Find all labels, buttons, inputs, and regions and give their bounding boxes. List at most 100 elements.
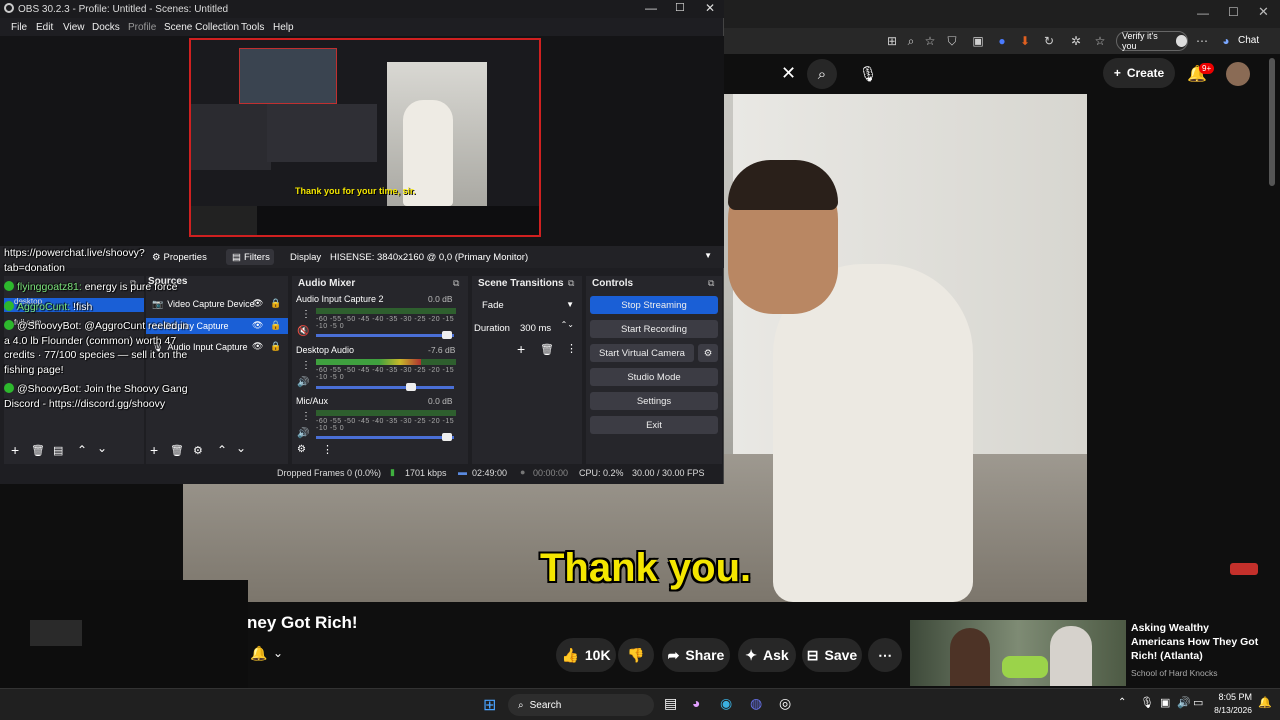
tray-volume-icon[interactable]: 🔊 xyxy=(1177,696,1191,709)
zoom-icon[interactable]: ⌕ xyxy=(903,33,919,49)
start-virtual-camera-button[interactable]: Start Virtual Camera xyxy=(590,344,694,362)
star-icon[interactable]: ☆ xyxy=(922,33,938,49)
channel-menu-icon[interactable]: ⋮ xyxy=(301,309,311,320)
studio-mode-button[interactable]: Studio Mode xyxy=(590,368,718,386)
extension-blue-icon[interactable]: ● xyxy=(994,33,1010,49)
filters-button[interactable]: ▤ Filters xyxy=(226,249,274,265)
obs-maximize-icon[interactable]: ☐ xyxy=(675,1,685,14)
more-actions-button[interactable]: ⋯ xyxy=(868,638,902,672)
tray-chevron-icon[interactable]: ⌃ xyxy=(1118,697,1126,708)
create-button[interactable]: + Create xyxy=(1103,58,1175,88)
source-up-icon[interactable]: ⌃ xyxy=(217,443,227,457)
maximize-icon[interactable]: ☐ xyxy=(1228,5,1239,19)
share-button[interactable]: ➦ Share xyxy=(662,638,730,672)
refresh-icon[interactable]: ↻ xyxy=(1041,33,1057,49)
search-icon[interactable]: ⌕ xyxy=(807,59,837,89)
taskbar-search[interactable]: ⌕ Search xyxy=(508,694,654,716)
clock-date[interactable]: 8/13/2026 xyxy=(1208,705,1252,715)
save-button[interactable]: ⊟ Save xyxy=(802,638,862,672)
extension-icon[interactable]: ▣ xyxy=(970,33,986,49)
transition-menu-icon[interactable]: ⋮ xyxy=(566,342,577,355)
add-transition-icon[interactable]: + xyxy=(517,341,525,357)
volume-slider-handle[interactable] xyxy=(406,383,416,391)
transitions-undock-icon[interactable]: ⧉ xyxy=(568,278,574,289)
menu-view[interactable]: View xyxy=(63,22,85,33)
preview-display-capture[interactable]: Thank you for your time, sir. xyxy=(189,38,541,237)
more-icon[interactable]: ⋯ xyxy=(1194,33,1210,49)
volume-slider[interactable] xyxy=(316,386,454,389)
mute-icon[interactable]: 🔇 xyxy=(297,326,309,337)
channel-menu-icon[interactable]: ⋮ xyxy=(301,411,311,422)
remove-source-icon[interactable]: 🗑 xyxy=(170,444,184,457)
recommended-thumbnail[interactable] xyxy=(910,620,1126,686)
notification-icon[interactable]: 🔔 xyxy=(1258,696,1272,709)
discord-icon[interactable]: ◍ xyxy=(750,695,762,712)
advanced-audio-icon[interactable]: ⚙ xyxy=(297,444,306,455)
puzzle-icon[interactable]: ✲ xyxy=(1068,33,1084,49)
menu-tools[interactable]: Tools xyxy=(241,22,264,33)
remove-transition-icon[interactable]: 🗑 xyxy=(540,343,554,356)
add-source-icon[interactable]: + xyxy=(150,442,158,458)
edge-icon[interactable]: ◉ xyxy=(720,695,732,712)
avatar[interactable] xyxy=(1226,62,1250,86)
virtual-camera-settings-button[interactable]: ⚙ xyxy=(698,344,718,362)
notification-bell-icon[interactable]: 🔔 xyxy=(250,645,267,662)
volume-slider[interactable] xyxy=(316,334,454,337)
display-select[interactable]: HISENSE: 3840x2160 @ 0,0 (Primary Monito… xyxy=(324,249,718,265)
dislike-button[interactable]: 👎 xyxy=(618,638,654,672)
copilot-app-icon[interactable]: ◕ xyxy=(692,695,700,711)
download-icon[interactable]: ⬇ xyxy=(1017,33,1033,49)
scene-up-icon[interactable]: ⌃ xyxy=(77,443,87,457)
volume-slider-handle[interactable] xyxy=(442,433,452,441)
ask-button[interactable]: ✦ Ask xyxy=(738,638,796,672)
copilot-icon[interactable]: ◕ xyxy=(1218,33,1234,49)
tray-battery-icon[interactable]: ▭ xyxy=(1193,696,1203,709)
visibility-eye-icon[interactable]: 👁 xyxy=(252,298,263,309)
tray-mic-icon[interactable]: 🎙 xyxy=(1140,696,1154,709)
scene-down-icon[interactable]: ⌄ xyxy=(97,441,107,455)
menu-edit[interactable]: Edit xyxy=(36,22,53,33)
stop-streaming-button[interactable]: Stop Streaming xyxy=(590,296,718,314)
settings-button[interactable]: Settings xyxy=(590,392,718,410)
menu-profile[interactable]: Profile xyxy=(128,22,156,33)
add-scene-icon[interactable]: + xyxy=(11,442,19,458)
chat-label[interactable]: Chat xyxy=(1238,35,1259,46)
minimize-icon[interactable]: — xyxy=(1197,6,1209,20)
lock-icon[interactable]: 🔒 xyxy=(270,341,281,352)
exit-button[interactable]: Exit xyxy=(590,416,718,434)
favorites-icon[interactable]: ☆ xyxy=(1092,33,1108,49)
shield-icon[interactable]: ⛉ xyxy=(944,33,960,49)
obs-minimize-icon[interactable]: — xyxy=(645,1,657,15)
speaker-icon[interactable]: 🔊 xyxy=(297,377,309,388)
transition-select[interactable]: Fade ▼ xyxy=(476,296,578,314)
visibility-eye-icon[interactable]: 👁 xyxy=(252,341,263,352)
lock-icon[interactable]: 🔒 xyxy=(270,298,281,309)
mixer-menu-icon[interactable]: ⋮ xyxy=(322,443,333,456)
menu-scene-collection[interactable]: Scene Collection xyxy=(164,22,239,33)
close-search-icon[interactable]: ✕ xyxy=(781,63,796,84)
visibility-eye-icon[interactable]: 👁 xyxy=(252,320,263,331)
controls-undock-icon[interactable]: ⧉ xyxy=(708,278,714,289)
recommended-title[interactable]: Asking Wealthy Americans How They Got Ri… xyxy=(1131,621,1261,663)
mic-icon[interactable]: 🎙 xyxy=(853,59,883,89)
clock-time[interactable]: 8:05 PM xyxy=(1212,692,1252,702)
source-down-icon[interactable]: ⌄ xyxy=(236,441,246,455)
duration-input[interactable]: 300 ms ⌃⌄ xyxy=(514,319,578,337)
volume-slider-handle[interactable] xyxy=(442,331,452,339)
volume-slider[interactable] xyxy=(316,436,454,439)
menu-help[interactable]: Help xyxy=(273,22,294,33)
menu-docks[interactable]: Docks xyxy=(92,22,120,33)
chevron-down-icon[interactable]: ⌄ xyxy=(273,646,283,660)
scrollbar[interactable] xyxy=(1269,58,1275,186)
source-properties-icon[interactable]: ⚙ xyxy=(193,444,203,457)
remove-scene-icon[interactable]: 🗑 xyxy=(31,444,45,457)
tray-network-icon[interactable]: ▣ xyxy=(1160,696,1170,709)
obs-taskbar-icon[interactable]: ◎ xyxy=(779,695,791,712)
like-button[interactable]: 👍 10K xyxy=(556,638,616,672)
apps-icon[interactable]: ⊞ xyxy=(884,33,900,49)
channel-menu-icon[interactable]: ⋮ xyxy=(301,360,311,371)
menu-file[interactable]: File xyxy=(11,22,27,33)
verify-button[interactable]: Verify it's you xyxy=(1116,31,1188,51)
close-icon[interactable]: ✕ xyxy=(1258,4,1269,20)
spin-arrows-icon[interactable]: ⌃⌄ xyxy=(561,320,574,329)
